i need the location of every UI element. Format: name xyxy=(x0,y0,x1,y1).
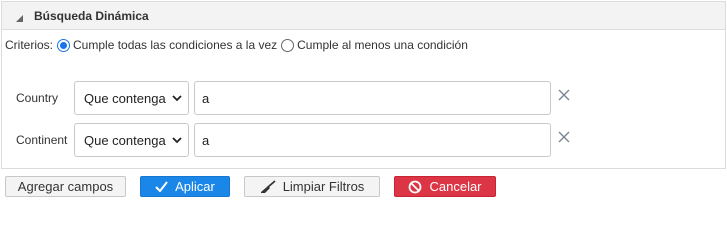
check-icon xyxy=(155,181,168,192)
chevron-down-icon xyxy=(172,137,182,144)
radio-button-any[interactable] xyxy=(281,38,295,52)
triangle-collapse-icon[interactable] xyxy=(14,11,24,22)
dynamic-search-panel: Búsqueda Dinámica Criterios: Cumple toda… xyxy=(1,1,726,169)
filter-value-input-continent[interactable] xyxy=(194,123,551,157)
clear-filters-button[interactable]: Limpiar Filtros xyxy=(244,176,380,197)
radio-label-all: Cumple todas las condiciones a la vez xyxy=(73,38,278,52)
panel-header[interactable]: Búsqueda Dinámica xyxy=(2,2,725,30)
apply-button[interactable]: Aplicar xyxy=(140,176,230,197)
add-fields-button[interactable]: Agregar campos xyxy=(5,176,126,197)
radio-label-any: Cumple al menos una condición xyxy=(297,38,468,52)
close-icon[interactable] xyxy=(558,131,570,143)
filter-field-label-country: Country xyxy=(16,91,59,105)
filter-value-input-country[interactable] xyxy=(194,81,551,115)
criteria-group: Criterios: Cumple todas las condiciones … xyxy=(5,38,472,52)
filter-field-label-continent: Continent xyxy=(16,133,68,147)
ban-icon xyxy=(409,180,422,193)
operator-select-continent[interactable]: Que contenga xyxy=(74,123,189,157)
cancel-button[interactable]: Cancelar xyxy=(394,176,496,197)
add-fields-label: Agregar campos xyxy=(17,179,114,194)
radio-option-all[interactable]: Cumple todas las condiciones a la vez xyxy=(57,38,277,52)
radio-option-any[interactable]: Cumple al menos una condición xyxy=(281,38,468,52)
operator-select-value: Que contenga xyxy=(84,90,166,106)
clear-filters-label: Limpiar Filtros xyxy=(282,179,365,194)
cancel-label: Cancelar xyxy=(429,179,482,194)
apply-label: Aplicar xyxy=(175,179,215,194)
close-icon[interactable] xyxy=(558,89,570,101)
panel-title: Búsqueda Dinámica xyxy=(34,8,149,23)
radio-button-all[interactable] xyxy=(57,38,71,52)
operator-select-value: Que contenga xyxy=(84,132,166,148)
broom-icon xyxy=(260,179,276,193)
criteria-label: Criterios: xyxy=(5,38,54,52)
operator-select-country[interactable]: Que contenga xyxy=(74,81,189,115)
chevron-down-icon xyxy=(172,95,182,102)
